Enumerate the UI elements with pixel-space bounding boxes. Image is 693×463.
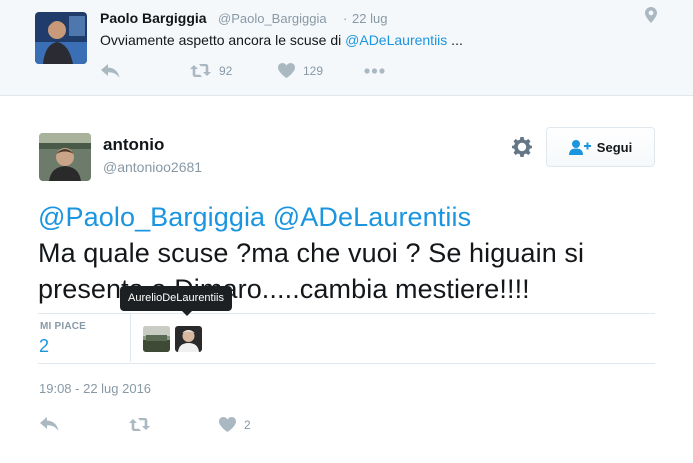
parent-author-avatar[interactable]: [35, 12, 87, 64]
reply-button[interactable]: [40, 417, 59, 432]
parent-author-name[interactable]: Paolo Bargiggia: [100, 10, 207, 26]
separator-dot: ·: [343, 11, 348, 26]
like-count: 129: [303, 63, 324, 78]
likes-count[interactable]: 2: [39, 336, 49, 357]
like-button[interactable]: 2: [219, 417, 251, 432]
reply-button[interactable]: [101, 64, 120, 79]
heart-icon: [278, 63, 295, 78]
tweet-actions: 2: [38, 413, 338, 437]
like-count: 2: [244, 417, 251, 432]
parent-tweet-text-prefix: Ovviamente aspetto ancora le scuse di: [100, 32, 346, 48]
follow-user-icon: [568, 140, 591, 155]
parent-author-handle[interactable]: @Paolo_Bargiggia: [218, 11, 327, 26]
retweet-icon: [190, 64, 211, 77]
like-button[interactable]: 129: [278, 63, 323, 78]
tooltip-arrow: [182, 311, 192, 316]
retweet-icon: [129, 418, 150, 431]
parent-tweet-text-suffix: ...: [447, 32, 463, 48]
more-button[interactable]: [364, 68, 385, 74]
tweet-timestamp[interactable]: 19:08 - 22 lug 2016: [39, 381, 151, 396]
retweet-count: 92: [219, 63, 233, 78]
author-name[interactable]: antonio: [103, 135, 164, 155]
stats-divider-bottom: [38, 363, 655, 364]
follow-button[interactable]: Segui: [546, 127, 655, 167]
liker-avatar[interactable]: [175, 326, 202, 352]
retweet-button[interactable]: 92: [190, 63, 232, 78]
more-icon: [364, 68, 385, 74]
liker-avatar[interactable]: [143, 326, 170, 352]
stats-vertical-divider: [130, 314, 131, 362]
mention-link[interactable]: @ADeLaurentiis: [345, 32, 447, 48]
parent-tweet-time[interactable]: 22 lug: [352, 11, 387, 26]
heart-icon: [219, 417, 236, 432]
reply-icon: [101, 64, 120, 78]
mention-link-adelaurentiis[interactable]: @ADeLaurentiis: [273, 202, 471, 232]
location-icon[interactable]: [645, 7, 657, 23]
follow-button-label: Segui: [596, 139, 633, 155]
reply-icon: [40, 417, 59, 431]
likes-label[interactable]: MI PIACE: [40, 321, 86, 332]
author-handle[interactable]: @antonioo2681: [103, 159, 202, 175]
gear-icon[interactable]: [511, 136, 533, 158]
retweet-button[interactable]: [129, 417, 150, 432]
author-avatar[interactable]: [39, 133, 91, 181]
parent-tweet-text: Ovviamente aspetto ancora le scuse di @A…: [100, 32, 463, 48]
parent-tweet[interactable]: Paolo Bargiggia @Paolo_Bargiggia · 22 lu…: [0, 0, 693, 96]
tooltip: AurelioDeLaurentiis: [120, 286, 232, 311]
parent-tweet-actions: 92 129: [100, 62, 400, 82]
mention-link-paolo[interactable]: @Paolo_Bargiggia: [38, 202, 265, 232]
